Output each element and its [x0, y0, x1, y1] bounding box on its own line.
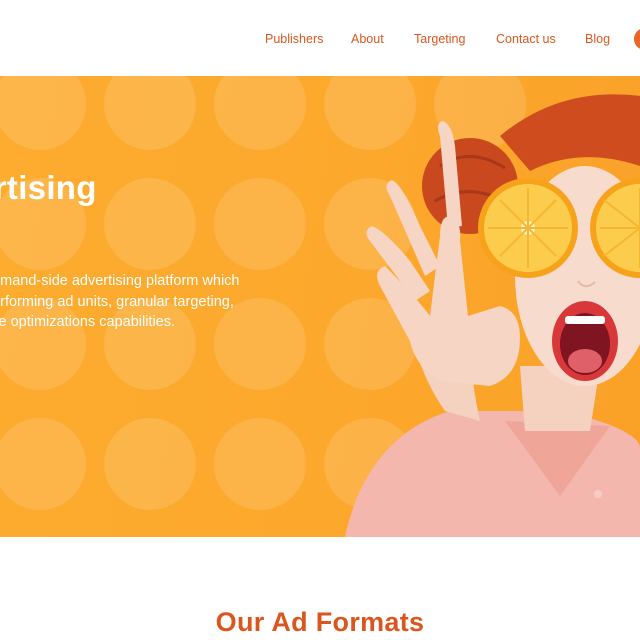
nav-contact-us-link[interactable]: Contact us [496, 32, 556, 46]
hero-banner: dvertising demand-side advertising platf… [0, 76, 640, 537]
nav-publishers-link[interactable]: Publishers [265, 32, 323, 46]
nav-targeting-link[interactable]: Targeting [414, 32, 465, 46]
tongue [568, 349, 602, 373]
hero-person-image [345, 94, 640, 537]
nav-blog-link[interactable]: Blog [585, 32, 610, 46]
top-navigation: Publishers About Targeting Contact us Bl… [0, 0, 640, 76]
hair-top [500, 94, 640, 171]
orange-slice-left-segments [488, 188, 568, 268]
nav-about-link[interactable]: About [351, 32, 384, 46]
ad-formats-heading: Our Ad Formats [215, 607, 425, 638]
teeth [565, 316, 605, 324]
nav-cta-button[interactable] [634, 28, 640, 50]
shirt-button [594, 490, 602, 498]
